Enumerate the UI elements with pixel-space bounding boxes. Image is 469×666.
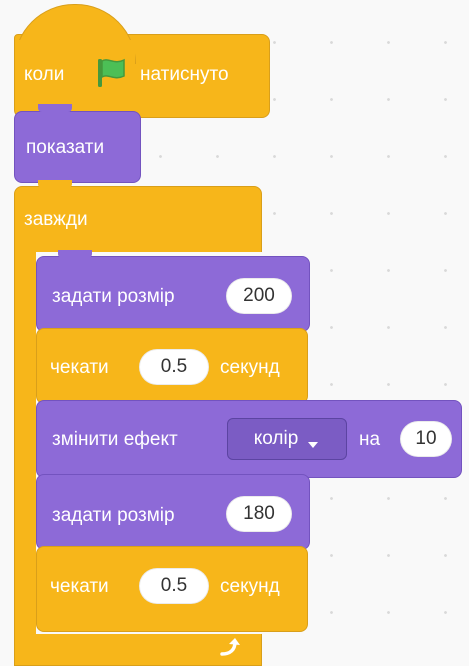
wait-label: чекати <box>50 357 109 378</box>
chevron-down-icon <box>306 434 320 448</box>
seconds-label: секунд <box>220 357 280 378</box>
green-flag-icon <box>93 55 129 91</box>
change-effect-label: змінити ефект <box>52 429 178 450</box>
wait-seconds-input[interactable]: 0.5 <box>139 349 209 385</box>
notch <box>58 250 92 258</box>
size-value-input[interactable]: 200 <box>226 278 292 314</box>
size-value-input[interactable]: 180 <box>226 496 292 532</box>
notch <box>38 104 72 112</box>
effect-dropdown-label: колір <box>253 428 299 449</box>
by-label: на <box>359 429 381 450</box>
notch <box>38 180 72 188</box>
seconds-label: секунд <box>220 576 280 597</box>
set-size-label: задати розмір <box>52 505 175 526</box>
wait-label: чекати <box>50 576 109 597</box>
effect-amount-input[interactable]: 10 <box>400 421 452 457</box>
forever-label: завжди <box>24 209 88 230</box>
wait-seconds-input[interactable]: 0.5 <box>139 568 209 604</box>
when-flag-label-before: коли <box>24 64 65 85</box>
show-label: показати <box>26 137 105 158</box>
when-flag-label-after: натиснуто <box>140 64 229 85</box>
effect-dropdown[interactable]: колір <box>227 418 347 460</box>
loop-arrow-icon <box>218 636 244 660</box>
set-size-label: задати розмір <box>52 286 175 307</box>
